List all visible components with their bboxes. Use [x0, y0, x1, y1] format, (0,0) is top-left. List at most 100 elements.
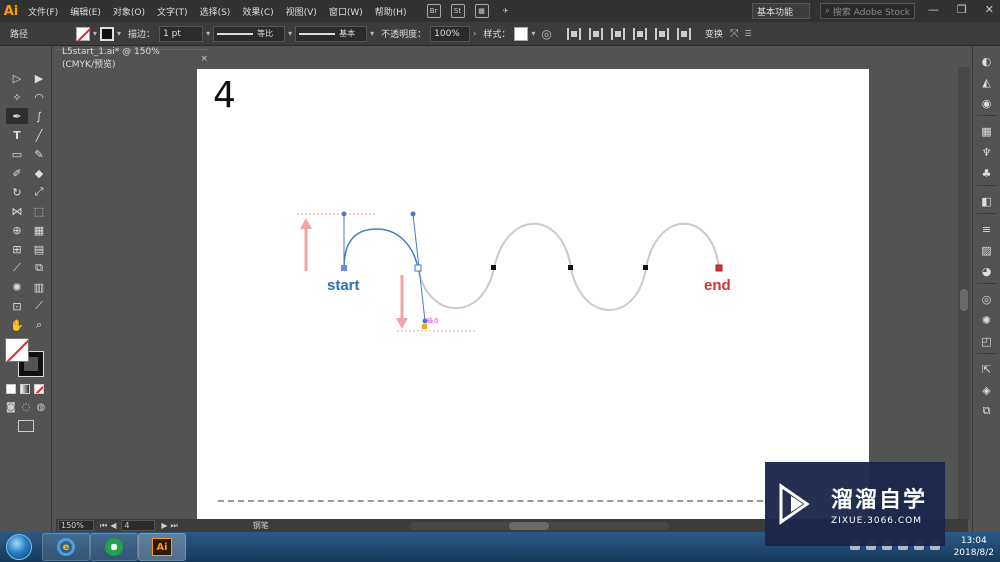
- document-tab[interactable]: L5start_1.ai* @ 150% (CMYK/预览) ×: [56, 47, 208, 70]
- close-icon[interactable]: ✕: [985, 3, 994, 16]
- draw-normal-icon[interactable]: ◙: [6, 402, 16, 413]
- menu-file[interactable]: 文件(F): [22, 5, 64, 18]
- vertical-scrollbar[interactable]: [958, 67, 970, 519]
- gradient-button[interactable]: [20, 384, 30, 394]
- pen-tool-icon[interactable]: ✒: [6, 108, 28, 124]
- opacity-input[interactable]: 100%: [430, 25, 471, 42]
- recolor-artwork-icon[interactable]: ◎: [538, 27, 554, 41]
- taskbar-illustrator-button[interactable]: Ai: [138, 533, 186, 561]
- appearance-icon[interactable]: ◎: [980, 293, 994, 306]
- taskbar-ie-button[interactable]: e: [42, 533, 90, 561]
- menu-view[interactable]: 视图(V): [280, 5, 323, 18]
- stroke-color-swatch[interactable]: [100, 26, 115, 41]
- minimize-icon[interactable]: —: [928, 3, 939, 16]
- horizontal-scrollbar[interactable]: [408, 521, 669, 530]
- slice-tool-icon[interactable]: ⟋: [28, 298, 50, 314]
- gpu-performance-icon[interactable]: ✈: [499, 4, 513, 18]
- menu-type[interactable]: 文字(T): [151, 5, 194, 18]
- scroll-thumb[interactable]: [508, 521, 549, 530]
- curvature-tool-icon[interactable]: ∫: [28, 108, 50, 124]
- align-bottom-icon[interactable]: [676, 27, 691, 40]
- libraries-icon[interactable]: ◰: [980, 335, 994, 348]
- selection-tool-icon[interactable]: ▷: [6, 70, 28, 86]
- artboards-icon[interactable]: ⧉: [980, 404, 994, 417]
- symbols-icon[interactable]: ♣: [980, 167, 994, 180]
- draw-inside-icon[interactable]: ◍: [36, 402, 45, 413]
- wave-path-drawing[interactable]: 锚点: [197, 69, 869, 522]
- menu-object[interactable]: 对象(O): [107, 5, 151, 18]
- width-tool-icon[interactable]: ⋈: [6, 203, 28, 219]
- handle-point[interactable]: [341, 211, 347, 217]
- perspective-grid-tool-icon[interactable]: ▦: [28, 222, 50, 238]
- rectangle-tool-icon[interactable]: ▭: [6, 146, 28, 162]
- start-anchor-point[interactable]: [341, 265, 347, 271]
- color-guide-icon[interactable]: ◭: [980, 76, 994, 89]
- align-right-icon[interactable]: [610, 27, 625, 40]
- restore-icon[interactable]: ❐: [957, 3, 967, 16]
- current-anchor-point[interactable]: [414, 264, 422, 272]
- mesh-tool-icon[interactable]: ⊞: [6, 241, 28, 257]
- chevron-down-icon[interactable]: ▾: [528, 29, 538, 38]
- eyedropper-tool-icon[interactable]: ⟋: [6, 260, 28, 276]
- stroke-panel-icon[interactable]: ≡: [980, 223, 994, 236]
- menu-edit[interactable]: 编辑(E): [64, 5, 107, 18]
- artboard-number-input[interactable]: 4: [121, 520, 156, 531]
- none-button[interactable]: [34, 384, 44, 394]
- transform-button[interactable]: 变换: [701, 27, 727, 40]
- attributes-icon[interactable]: ✺: [980, 314, 994, 327]
- handle-point[interactable]: [410, 211, 416, 217]
- magic-wand-tool-icon[interactable]: ✧: [6, 89, 28, 105]
- screen-mode-icon[interactable]: [18, 420, 34, 432]
- transparency-icon[interactable]: ◕: [980, 265, 994, 278]
- align-top-icon[interactable]: [632, 27, 647, 40]
- taskbar-browser-button[interactable]: [90, 533, 138, 561]
- artboard-nav-first-prev-icon[interactable]: ⏮◀: [100, 521, 119, 531]
- eraser-tool-icon[interactable]: ◆: [28, 165, 50, 181]
- direct-selection-tool-icon[interactable]: ▶: [28, 70, 50, 86]
- graphic-styles-icon[interactable]: ◧: [980, 195, 994, 208]
- rotate-tool-icon[interactable]: ↻: [6, 184, 28, 200]
- align-center-icon[interactable]: [588, 27, 603, 40]
- graphic-style-swatch[interactable]: [514, 26, 529, 41]
- chevron-right-icon[interactable]: ›: [470, 29, 479, 38]
- blend-tool-icon[interactable]: ⧉: [28, 260, 50, 276]
- export-icon[interactable]: ⇱: [980, 363, 994, 376]
- system-clock[interactable]: 13:04 2018/8/2: [954, 535, 994, 559]
- free-transform-tool-icon[interactable]: ⬚: [28, 203, 50, 219]
- swatches-icon[interactable]: ▦: [980, 125, 994, 138]
- stroke-weight-input[interactable]: 1 pt: [159, 25, 204, 42]
- symbol-sprayer-tool-icon[interactable]: ✺: [6, 279, 28, 295]
- shaper-tool-icon[interactable]: ✐: [6, 165, 28, 181]
- brushes-icon[interactable]: ♆: [980, 146, 994, 159]
- menu-help[interactable]: 帮助(H): [369, 5, 413, 18]
- isolate-icon[interactable]: ⤧: [727, 27, 742, 41]
- lasso-tool-icon[interactable]: ◠: [28, 89, 50, 105]
- artboard-tool-icon[interactable]: ⊡: [6, 298, 28, 314]
- fill-stroke-widget[interactable]: [5, 338, 45, 378]
- paintbrush-tool-icon[interactable]: ✎: [28, 146, 50, 162]
- artboard[interactable]: 4 锚点 start end: [197, 69, 869, 522]
- draw-behind-icon[interactable]: ◌: [22, 402, 31, 413]
- chevron-down-icon[interactable]: ▾: [285, 29, 295, 38]
- menu-window[interactable]: 窗口(W): [323, 5, 369, 18]
- chevron-down-icon[interactable]: ▾: [90, 29, 100, 38]
- scale-tool-icon[interactable]: ⤢: [28, 184, 50, 200]
- chevron-down-icon[interactable]: ▾: [203, 29, 213, 38]
- gradient-tool-icon[interactable]: ▤: [28, 241, 50, 257]
- fill-box[interactable]: [5, 338, 29, 362]
- menu-effect[interactable]: 效果(C): [236, 5, 279, 18]
- align-middle-icon[interactable]: [654, 27, 669, 40]
- hand-tool-icon[interactable]: ✋: [6, 317, 28, 333]
- line-tool-icon[interactable]: ╱: [28, 127, 50, 143]
- panel-menu-icon[interactable]: ☰: [742, 29, 755, 38]
- gradient-panel-icon[interactable]: ▨: [980, 244, 994, 257]
- stock-button[interactable]: St: [450, 4, 465, 18]
- chevron-down-icon[interactable]: ▾: [114, 29, 124, 38]
- zoom-tool-icon[interactable]: ⌕: [28, 317, 50, 333]
- workspace-switcher[interactable]: 基本功能: [752, 3, 810, 19]
- color-panel-icon[interactable]: ◐: [980, 55, 994, 68]
- variable-width-profile[interactable]: 等比: [213, 25, 286, 42]
- artboard-nav-next-last-icon[interactable]: ▶⏭: [161, 521, 180, 531]
- color-button[interactable]: [6, 384, 16, 394]
- type-tool-icon[interactable]: T: [6, 127, 28, 143]
